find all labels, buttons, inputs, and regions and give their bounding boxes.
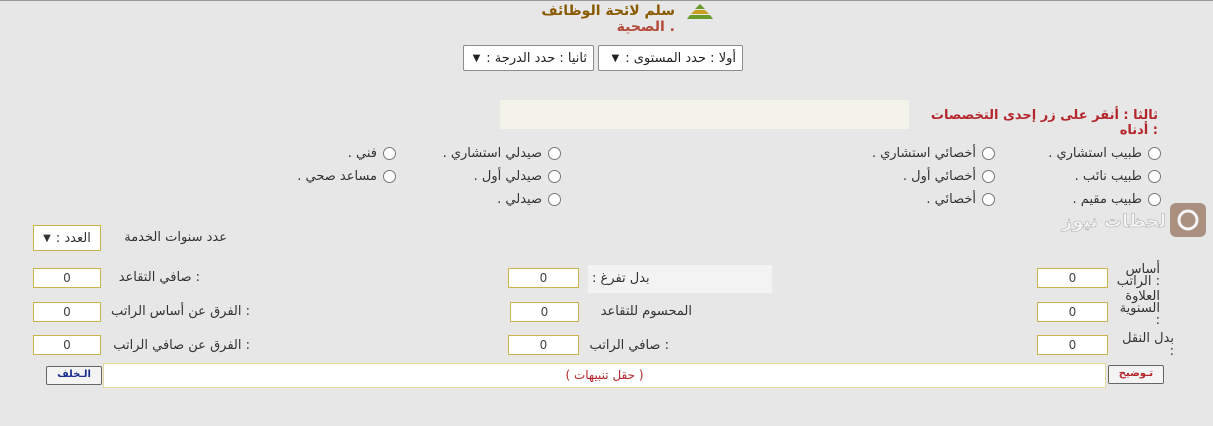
radio-consultant-doctor[interactable]: طبيب استشاري . [1048, 146, 1161, 161]
retirement-deduction-field[interactable]: 0 [510, 302, 579, 322]
net-salary-label: صافي الراتب : [589, 338, 669, 353]
radio-consultant-pharmacist[interactable]: صيدلي استشاري . [443, 146, 561, 161]
radio-consultant-specialist[interactable]: أخصائي استشاري . [872, 146, 995, 161]
basic-salary-field[interactable]: 0 [1037, 268, 1108, 288]
radio-button[interactable] [548, 193, 561, 206]
radio-senior-specialist[interactable]: أخصائي أول . [903, 169, 995, 184]
radio-deputy-doctor[interactable]: طبيب نائب . [1075, 169, 1161, 184]
grade-select[interactable]: ثانيا : حدد الدرجة : ▼ [463, 45, 594, 71]
service-years-label: عدد سنوات الخدمة [124, 230, 227, 245]
radio-button[interactable] [383, 170, 396, 183]
service-years-select[interactable]: العدد : ▼ [33, 225, 101, 251]
radio-button[interactable] [982, 147, 995, 160]
full-time-allowance-label: بدل تفرغ : [592, 271, 650, 286]
diff-basic-label: الفرق عن أساس الراتب : [110, 304, 250, 319]
diff-net-label: الفرق عن صافي الراتب : [113, 338, 250, 353]
radio-button[interactable] [383, 147, 396, 160]
alerts-field: ( حقل تنبيهات ) [103, 363, 1106, 388]
svg-text:لحظات نيوز: لحظات نيوز [1061, 211, 1166, 232]
full-time-allowance-field[interactable]: 0 [508, 268, 579, 288]
watermark-logo: لحظات نيوز [1061, 203, 1206, 237]
radio-button[interactable] [982, 193, 995, 206]
page-title: سلم لائحة الوظائف الصحية . [495, 3, 675, 35]
basic-salary-label: أساس الراتب : [1116, 262, 1160, 289]
radio-senior-pharmacist[interactable]: صيدلي أول . [474, 169, 561, 184]
grade-select-label: ثانيا : حدد الدرجة : [486, 50, 587, 66]
transport-allowance-label: بدل النقل : [1122, 331, 1174, 359]
diff-basic-field[interactable]: 0 [33, 302, 101, 322]
radio-button[interactable] [982, 170, 995, 183]
specialty-instruction: ثالثا : أنقر على زر إحدى التخصصات أدناه … [930, 108, 1158, 138]
level-select-label: أولا : حدد المستوى : [625, 50, 736, 66]
service-years-select-label: العدد : [55, 230, 91, 246]
specialty-display [500, 100, 909, 129]
pyramid-icon [687, 4, 713, 19]
radio-button[interactable] [548, 170, 561, 183]
radio-button[interactable] [548, 147, 561, 160]
net-salary-field[interactable]: 0 [508, 335, 579, 355]
annual-increment-label: العلاوة السنوية : [1119, 289, 1160, 328]
net-retirement-label: صافي التقاعد : [118, 270, 200, 285]
radio-technician[interactable]: فني . [348, 146, 396, 161]
retirement-deduction-label: المحسوم للتقاعد [600, 304, 692, 319]
radio-pharmacist[interactable]: صيدلي . [497, 192, 561, 207]
radio-health-assistant[interactable]: مساعد صحي . [297, 169, 396, 184]
radio-specialist[interactable]: أخصائي . [926, 192, 995, 207]
back-button[interactable]: الـخلف [46, 366, 102, 385]
title-part1: سلم لائحة الوظائف [541, 3, 675, 19]
chevron-down-icon: ▼ [43, 232, 51, 244]
annual-increment-field[interactable]: 0 [1037, 302, 1108, 322]
transport-allowance-field[interactable]: 0 [1037, 335, 1108, 355]
title-part2: الصحية . [616, 19, 675, 35]
chevron-down-icon: ▼ [472, 52, 481, 64]
diff-net-field[interactable]: 0 [33, 335, 101, 355]
explain-button[interactable]: تـوضيح [1108, 365, 1164, 384]
level-select[interactable]: أولا : حدد المستوى : ▼ [598, 45, 743, 71]
chevron-down-icon: ▼ [611, 52, 620, 64]
radio-button[interactable] [1148, 147, 1161, 160]
net-retirement-field[interactable]: 0 [33, 268, 101, 288]
radio-button[interactable] [1148, 170, 1161, 183]
